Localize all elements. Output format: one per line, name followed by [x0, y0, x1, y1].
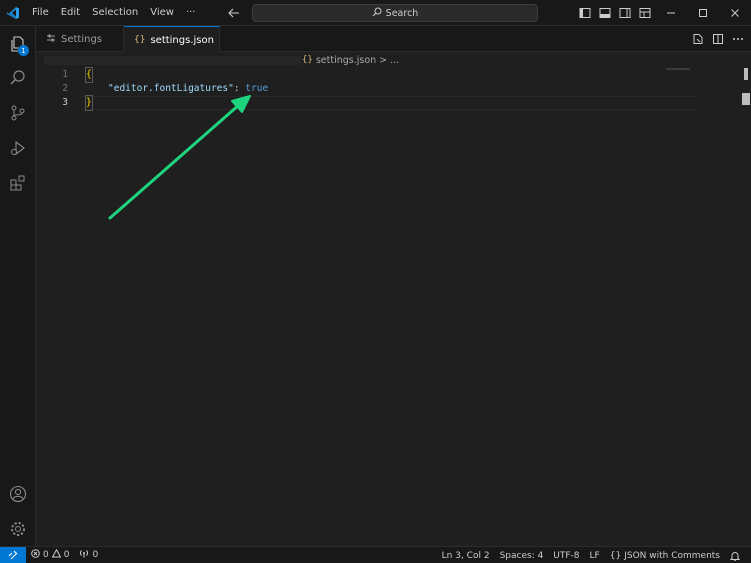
indentation[interactable]: Spaces: 4: [495, 547, 549, 563]
more-actions-icon[interactable]: [729, 26, 747, 52]
accounts-icon[interactable]: [0, 477, 36, 511]
maximize-icon[interactable]: [687, 0, 719, 26]
open-settings-ui-icon[interactable]: [689, 26, 707, 52]
end-of-line[interactable]: LF: [585, 547, 605, 563]
tab-settings-label: Settings: [61, 33, 103, 45]
toggle-primary-sidebar-icon[interactable]: [575, 0, 595, 26]
encoding[interactable]: UTF-8: [548, 547, 584, 563]
tab-settings-json-label: settings.json: [150, 34, 214, 46]
breadcrumb-file[interactable]: settings.json: [316, 55, 376, 66]
close-icon[interactable]: [719, 0, 751, 26]
breadcrumb-separator: >: [379, 54, 388, 66]
code-line: 1 {: [36, 67, 696, 83]
vscode-logo-icon: [0, 0, 26, 26]
notifications-bell-icon[interactable]: [725, 547, 745, 563]
menu-view[interactable]: View: [144, 0, 180, 26]
command-center-search[interactable]: Search: [252, 4, 538, 22]
search-view-icon[interactable]: [0, 61, 36, 95]
status-bar: 0 0 0 Ln 3, Col 2 Spaces: 4 UTF-8 LF {} …: [0, 546, 751, 563]
toggle-secondary-sidebar-icon[interactable]: [615, 0, 635, 26]
title-controls: [575, 0, 751, 26]
menu-file[interactable]: File: [26, 0, 55, 26]
status-right: Ln 3, Col 2 Spaces: 4 UTF-8 LF {} JSON w…: [437, 547, 745, 563]
ports-count: 0: [92, 550, 99, 560]
code-line: 3 }: [36, 95, 696, 111]
breadcrumb-items: {} settings.json > ...: [302, 52, 399, 68]
close-brace: }: [85, 95, 93, 111]
code-line: 2 "editor.fontLigatures": true: [36, 82, 696, 96]
ports-indicator[interactable]: 0: [74, 547, 103, 563]
title-bar: File Edit Selection View ··· Search: [0, 0, 751, 26]
warning-icon: [51, 548, 62, 561]
language-label: JSON with Comments: [624, 550, 720, 561]
warning-count: 0: [63, 550, 70, 560]
extensions-icon[interactable]: [0, 166, 36, 200]
menu-edit[interactable]: Edit: [55, 0, 86, 26]
breadcrumb-more[interactable]: ...: [390, 55, 399, 66]
breadcrumb-path-redacted: [44, 56, 302, 65]
open-brace: {: [85, 67, 93, 83]
json-key: "editor.fontLigatures": [108, 83, 234, 94]
search-icon: [372, 7, 382, 20]
scrollbar-cursor-marker: [742, 93, 750, 105]
json-value: true: [245, 83, 269, 94]
editor-tab-bar: Settings {} settings.json: [36, 26, 751, 53]
search-label: Search: [385, 7, 419, 19]
explorer-badge: 1: [18, 45, 29, 56]
cursor-position[interactable]: Ln 3, Col 2: [437, 547, 495, 563]
customize-layout-icon[interactable]: [635, 0, 655, 26]
problems-indicator[interactable]: 0 0: [26, 547, 74, 563]
menu-bar: File Edit Selection View ···: [26, 0, 201, 26]
menu-more[interactable]: ···: [180, 0, 202, 26]
broadcast-icon: [79, 549, 89, 561]
minimize-icon[interactable]: [655, 0, 687, 26]
line-number: 3: [62, 97, 68, 108]
tab-settings-json[interactable]: {} settings.json: [124, 26, 220, 53]
line-number: 2: [62, 83, 68, 94]
breadcrumb: {} settings.json > ...: [36, 52, 751, 68]
toggle-panel-icon[interactable]: [595, 0, 615, 26]
error-count: 0: [43, 550, 49, 560]
back-arrow-icon[interactable]: [225, 4, 243, 22]
code-editor[interactable]: 1 { 2 "editor.fontLigatures": true 3 }: [36, 67, 751, 546]
activity-bar: 1: [0, 26, 36, 546]
tab-settings[interactable]: Settings: [36, 26, 124, 52]
json-braces-icon: {}: [134, 35, 146, 45]
code-content: "editor.fontLigatures": true: [108, 82, 268, 96]
line-number: 1: [62, 69, 68, 80]
explorer-icon[interactable]: 1: [0, 27, 36, 61]
source-control-icon[interactable]: [0, 96, 36, 130]
editor-actions: [689, 26, 747, 52]
settings-sliders-icon: [46, 33, 56, 46]
language-mode[interactable]: {} JSON with Comments: [605, 547, 725, 563]
error-icon: [31, 549, 40, 561]
scrollbar-slider[interactable]: [744, 68, 748, 80]
json-colon: :: [233, 83, 246, 94]
menu-selection[interactable]: Selection: [86, 0, 144, 26]
run-and-debug-icon[interactable]: [0, 131, 36, 165]
breadcrumb-json-icon: {}: [302, 55, 313, 65]
manage-gear-icon[interactable]: [0, 512, 36, 546]
remote-indicator-icon[interactable]: [0, 546, 26, 563]
language-braces-icon: {}: [609, 550, 622, 561]
minimap[interactable]: [666, 68, 690, 70]
split-editor-icon[interactable]: [709, 26, 727, 52]
